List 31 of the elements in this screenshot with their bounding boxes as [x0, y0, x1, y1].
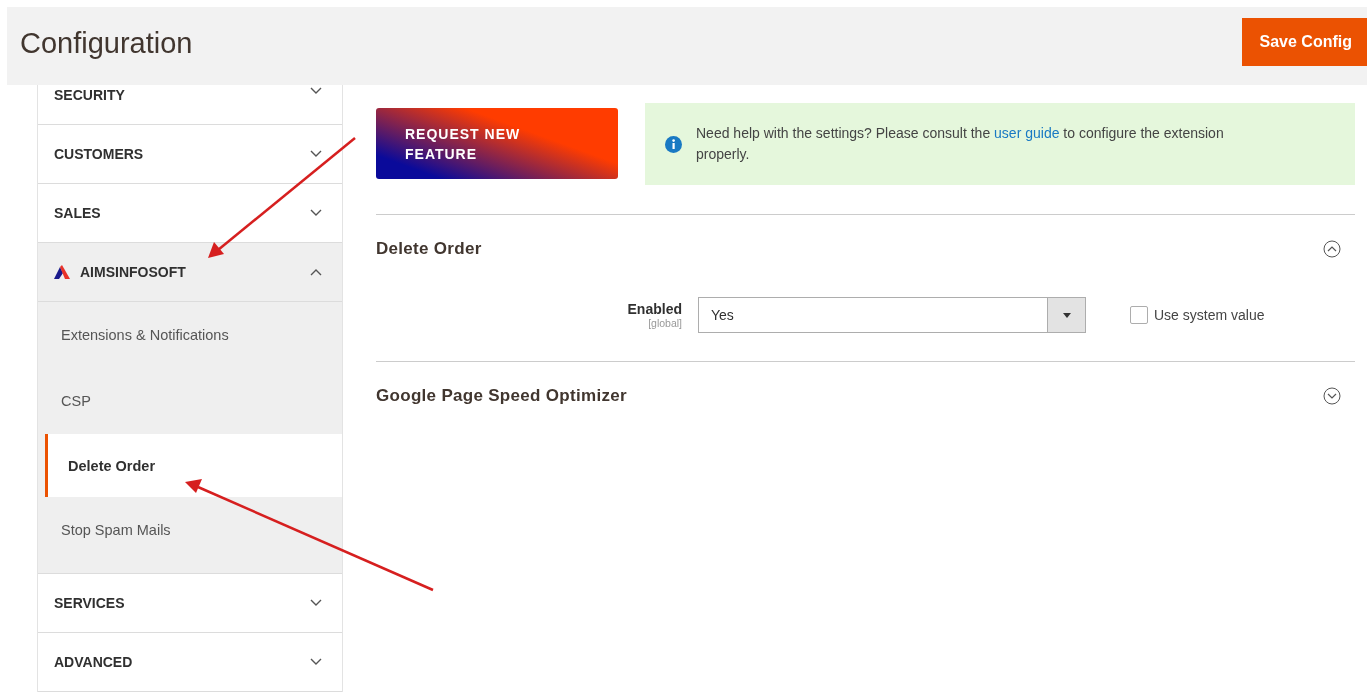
help-text: Need help with the settings? Please consult the user guide to configure the extension properly.	[696, 124, 1225, 164]
section-label: SALES	[54, 205, 102, 221]
chevron-down-icon	[310, 150, 322, 158]
dropdown-arrow-icon	[1062, 312, 1071, 318]
collapse-icon[interactable]	[1323, 240, 1341, 258]
section-label: CUSTOMERS	[54, 146, 145, 162]
enabled-select[interactable]: Yes	[698, 297, 1086, 333]
group-title[interactable]: Delete Order	[376, 239, 482, 259]
section-label: SECURITY	[54, 87, 126, 103]
sidebar-item[interactable]: Delete Order	[45, 434, 342, 497]
info-icon	[665, 135, 682, 153]
field-label: Enabled	[627, 301, 682, 317]
request-feature-button[interactable]: REQUEST NEW FEATURE	[376, 108, 618, 179]
chevron-down-icon	[310, 599, 322, 607]
section-label: SERVICES	[54, 595, 126, 611]
chevron-down-icon	[310, 209, 322, 217]
user-guide-link[interactable]: user guide	[994, 125, 1060, 141]
expand-icon[interactable]	[1323, 387, 1341, 405]
sidebar-section[interactable]: AIMSINFOSOFT	[38, 243, 342, 302]
chevron-up-icon	[310, 268, 322, 276]
checkbox-label: Use system value	[1154, 307, 1265, 323]
sidebar-section[interactable]: SECURITY	[38, 85, 342, 125]
chevron-down-icon	[310, 87, 322, 95]
scope-label: [global]	[648, 317, 682, 329]
section-label: AIMSINFOSOFT	[80, 264, 187, 280]
save-config-button[interactable]: Save Config	[1241, 18, 1367, 66]
checkbox[interactable]	[1130, 306, 1148, 324]
page-title: Configuration	[20, 26, 193, 60]
group-title[interactable]: Google Page Speed Optimizer	[376, 386, 627, 406]
section-label: ADVANCED	[54, 654, 134, 670]
chevron-down-icon	[310, 658, 322, 666]
